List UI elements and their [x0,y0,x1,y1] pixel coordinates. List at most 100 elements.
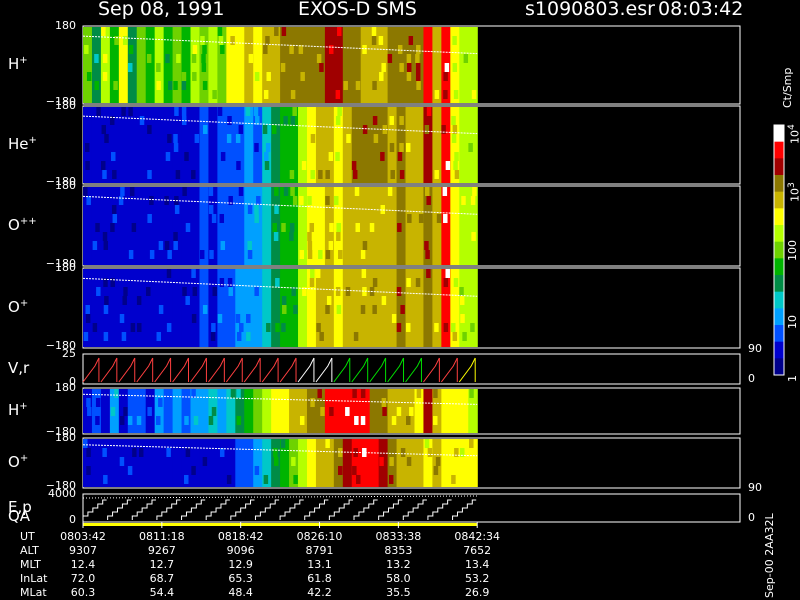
heat-cell-4-26-2 [320,407,325,416]
panel-label-4: V,r [8,359,30,377]
heat-cell-0-13-1 [200,36,205,45]
table-cell-3-2: 65.3 [228,572,253,585]
heat-cell-4-37-0 [416,389,422,398]
heat-cell-1-23-7 [289,170,295,179]
heat-cell-2-43-5 [471,232,476,241]
heat-cell-3-18-7 [246,332,251,341]
heat-cell-3-2-7 [103,332,109,341]
heat-cell-0-32-6 [372,81,377,90]
heat-cell-1-40-6 [445,161,451,170]
heat-cell-3-22-4 [282,305,287,314]
heat-cell-0-13-3 [201,54,206,63]
heat-cell-1-15-5 [220,152,226,161]
heat-cell-3-29-2 [345,287,351,296]
heat-cell-2-21-0 [274,187,279,196]
heat-cell-5-6-1 [138,448,144,457]
heat-col-2-8 [154,187,165,265]
heat-cell-4-4-2 [123,407,128,416]
heat-cell-5-38-0 [424,439,430,448]
heat-cell-4-1-1 [95,398,101,407]
heat-cell-3-15-5 [217,314,223,323]
heat-cell-5-39-3 [433,466,439,475]
heat-cell-5-2-4 [103,475,108,484]
heat-cell-1-41-5 [454,152,459,161]
heat-cell-2-3-2 [111,205,117,214]
heat-cell-1-38-2 [424,125,430,134]
heat-cell-0-24-2 [298,45,304,54]
heat-cell-0-36-4 [406,63,412,72]
spectrogram-canvas [82,25,785,528]
heat-cell-1-27-5 [328,152,334,161]
panel-frame-4 [82,353,741,385]
ep-step-8 [279,499,304,520]
heat-cell-5-5-3 [127,466,133,475]
colorbar-segment-12 [774,325,784,343]
heat-cell-0-20-2 [263,45,268,54]
heat-col-5-19 [253,439,263,487]
heat-col-0-9 [163,27,174,103]
colorbar-segment-5 [774,208,784,226]
vr-sweep-4 [154,357,172,383]
heat-col-2-17 [235,187,245,265]
table-cell-2-3: 13.1 [307,558,332,571]
table-row-label-3: InLat [20,572,48,585]
heat-cell-0-31-2 [362,45,367,54]
heat-cell-2-23-1 [292,196,298,205]
heat-col-4-18 [244,389,254,433]
heat-cell-5-23-2 [291,457,296,466]
heat-cell-1-12-3 [194,134,200,143]
heat-cell-0-30-6 [355,81,361,90]
colorbar-tick-2: 100 [786,240,799,261]
heat-col-5-28 [333,439,344,487]
heat-cell-1-41-3 [451,134,457,143]
header-date: Sep 08, 1991 [98,0,225,20]
colorbar-segment-0 [774,125,784,143]
heat-cell-3-12-5 [191,314,197,323]
heat-cell-1-1-0 [96,107,101,116]
heat-cell-1-20-6 [264,161,270,170]
heat-cell-0-37-2 [416,45,421,54]
heat-cell-4-43-0 [469,389,474,398]
heat-cell-4-24-3 [299,416,305,425]
heat-cell-0-40-7 [443,90,448,99]
heat-cell-1-10-3 [173,134,178,143]
heat-cell-2-26-7 [318,250,323,259]
heat-cell-2-14-7 [209,250,214,259]
heat-cell-2-24-1 [299,196,304,205]
heat-cell-2-14-3 [211,214,217,223]
heat-cell-5-21-1 [273,448,278,457]
vr-right-bottom-tick: 0 [748,372,755,385]
heat-cell-3-30-7 [353,332,359,341]
heat-cell-0-8-4 [156,63,161,72]
ep-step-5 [205,499,230,520]
heat-col-3-29 [342,269,353,347]
heat-cell-0-41-1 [452,36,457,45]
heat-cell-2-10-2 [174,205,180,214]
heat-cell-2-1-4 [95,223,100,232]
heat-cell-2-30-4 [355,223,360,232]
heat-cell-5-21-2 [273,457,279,466]
heat-cell-0-11-6 [181,81,187,90]
heat-cell-0-16-1 [230,36,235,45]
heat-cell-5-0-1 [86,448,91,457]
heat-cell-2-16-1 [228,196,233,205]
heat-cell-0-3-6 [113,81,118,90]
heat-col-4-19 [253,389,263,433]
panel-ytick-top-3: 180 [55,261,76,274]
heat-cell-1-16-1 [227,116,232,125]
table-cell-3-5: 53.2 [464,572,490,585]
heat-cell-0-39-7 [434,90,440,99]
heat-cell-2-35-4 [397,223,402,232]
heat-cell-2-22-4 [281,223,286,232]
heat-cell-3-8-7 [156,332,161,341]
ep-step-4 [181,499,206,520]
heat-cell-2-42-1 [461,196,466,205]
heat-cell-2-27-1 [325,196,330,205]
heat-cell-0-32-0 [371,27,377,36]
heat-cell-2-25-6 [307,241,313,250]
heat-cell-2-25-4 [309,223,315,232]
colorbar-tick-4: 104 [786,124,800,144]
heat-cell-0-35-4 [399,63,404,72]
heat-col-4-34 [387,389,398,433]
heat-col-5-17 [235,439,245,487]
